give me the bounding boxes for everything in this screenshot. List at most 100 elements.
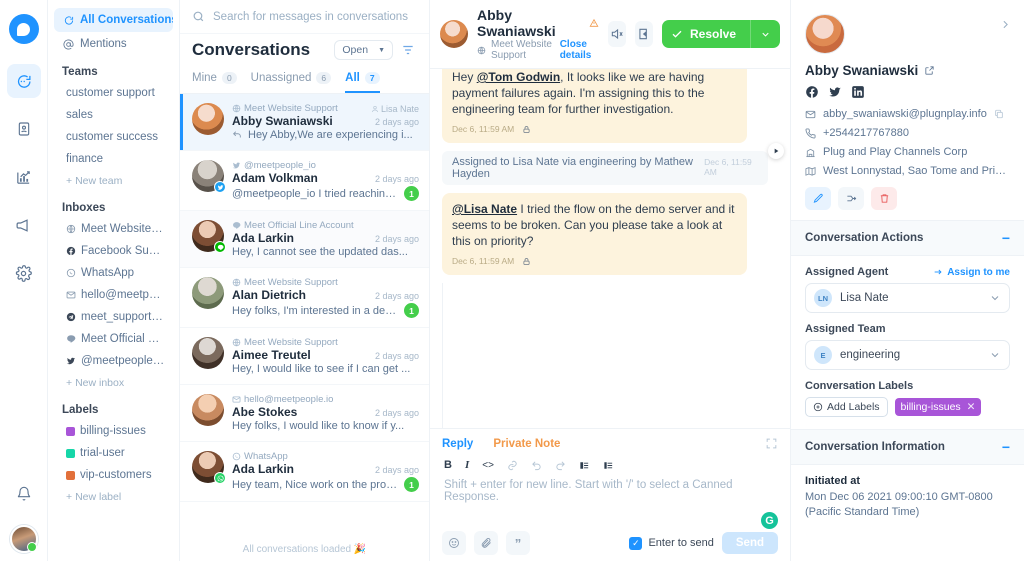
rail-item-campaigns[interactable] [7,208,41,242]
private-note-bubble[interactable]: @Lisa Nate I tried the flow on the demo … [442,193,747,275]
conversation-actions-section-header[interactable]: Conversation Actions − [791,220,1024,256]
row-assignee: Lisa Nate [371,104,419,114]
resolve-button[interactable]: Resolve [661,20,781,48]
search-input[interactable] [213,10,417,23]
mention[interactable]: @Lisa Nate [452,202,517,216]
sidebar-inbox-telegram[interactable]: meet_support_bot [54,306,173,328]
table-row[interactable]: Meet Website Support Alan Dietrich 2 day… [180,268,429,328]
linkedin-icon[interactable] [851,85,865,99]
enter-to-send-checkbox[interactable]: ✓ Enter to send [629,536,714,550]
link-button[interactable] [507,460,518,471]
trash-icon[interactable] [871,187,897,210]
table-row[interactable]: Meet Website Support Lisa Nate Abby Swan… [180,94,429,151]
grammarly-icon[interactable]: G [761,512,778,529]
assign-to-me-label: Assign to me [947,266,1010,278]
facebook-icon[interactable] [805,85,819,99]
emoji-icon[interactable] [442,531,466,555]
private-note-bubble[interactable]: Hey @Tom Godwin, It looks like we are ha… [442,69,747,143]
table-row[interactable]: hello@meetpeople.io Abe Stokes 2 days ag… [180,385,429,442]
status-filter-dropdown[interactable]: Open ▼ [334,40,393,60]
avatar [192,220,226,253]
tab-private-note[interactable]: Private Note [493,438,560,450]
sidebar-inbox-whatsapp[interactable]: WhatsApp [54,262,173,284]
tab-mine[interactable]: Mine 0 [192,68,237,93]
system-message-timestamp: Dec 6, 11:59 AM [704,157,752,177]
reply-placeholder: Shift + enter for new line. Start with '… [444,479,733,503]
merge-icon[interactable] [838,187,864,210]
expand-icon[interactable] [765,437,778,450]
row-preview: Hey folks, I'm interested in a demo... [232,304,398,317]
rail-item-notifications[interactable] [7,477,41,511]
table-row[interactable]: WhatsApp Ada Larkin 2 days ago Hey team,… [180,442,429,502]
resolve-dropdown-toggle[interactable] [750,20,780,48]
play-arrow-icon[interactable] [768,143,784,159]
sidebar-label-trial-user[interactable]: trial-user [54,442,173,464]
rail-item-settings[interactable] [7,256,41,290]
chevron-down-icon [989,292,1001,304]
sidebar-inbox-line[interactable]: Meet Official Line ... [54,328,173,350]
sidebar-label-billing-issues[interactable]: billing-issues [54,420,173,442]
sidebar-item-mentions[interactable]: Mentions [54,32,173,56]
quote-icon[interactable]: ” [506,531,530,555]
minus-icon[interactable]: − [1002,439,1010,455]
sidebar-team-customer-support[interactable]: customer support [54,82,173,104]
rail-item-conversations[interactable] [6,64,41,98]
table-row[interactable]: Meet Website Support Aimee Treutel 2 day… [180,328,429,385]
table-row[interactable]: Meet Official Line Account Ada Larkin 2 … [180,211,429,268]
redo-button[interactable] [555,460,566,471]
italic-button[interactable]: I [465,459,469,471]
attachment-icon[interactable] [474,531,498,555]
close-icon[interactable]: ✕ [967,401,976,413]
conversation-information-section-header[interactable]: Conversation Information − [791,429,1024,465]
pencil-icon[interactable] [805,187,831,210]
sidebar-label-vip-customers[interactable]: vip-customers [54,464,173,486]
bold-button[interactable]: B [444,459,452,471]
conversation-tabs: Mine 0 Unassigned 6 All 7 [180,68,429,94]
copy-icon[interactable] [994,109,1004,119]
status-badge[interactable]: billing-issues ✕ [894,398,982,416]
sidebar-new-label-button[interactable]: + New label [54,486,173,508]
sidebar-inbox-meet-website-support[interactable]: Meet Website Sup... [54,218,173,240]
undo-button[interactable] [531,460,542,471]
list-ordered-button[interactable] [603,460,614,471]
sidebar-inbox-email[interactable]: hello@meetpeopl... [54,284,173,306]
avatar[interactable] [9,525,38,553]
twitter-icon[interactable] [828,85,842,99]
tab-reply[interactable]: Reply [442,438,473,450]
sidebar-new-inbox-button[interactable]: + New inbox [54,372,173,394]
assigned-agent-dropdown[interactable]: LN Lisa Nate [805,283,1010,313]
minus-icon[interactable]: − [1002,230,1010,246]
code-button[interactable]: <> [482,460,494,471]
sidebar-inbox-twitter[interactable]: @meetpeople_io [54,350,173,372]
tab-unassigned[interactable]: Unassigned 6 [251,68,332,93]
send-button[interactable]: Send [721,532,778,554]
sidebar-inbox-facebook-support[interactable]: Facebook Support [54,240,173,262]
app-logo[interactable] [8,14,39,44]
close-details-button[interactable]: Close details [560,39,600,61]
assign-to-me-button[interactable]: Assign to me [933,267,1010,278]
mention[interactable]: @Tom Godwin [477,70,560,84]
search-bar[interactable] [180,0,429,34]
reply-editor[interactable]: Shift + enter for new line. Start with '… [430,477,790,529]
rail-item-contacts[interactable] [7,112,41,146]
chevron-right-icon[interactable] [999,18,1012,31]
filter-icon[interactable] [399,41,417,59]
plus-icon: + [66,491,73,503]
share-transcript-icon[interactable] [635,21,653,47]
assigned-team-dropdown[interactable]: E engineering [805,340,1010,370]
tab-all[interactable]: All 7 [345,68,380,93]
table-row[interactable]: @meetpeople_io Adam Volkman 2 days ago @… [180,151,429,211]
bell-icon [16,486,32,502]
contact-email[interactable]: abby_swaniawski@plugnplay.info [823,108,987,120]
rail-item-reports[interactable] [7,160,41,194]
sidebar-team-finance[interactable]: finance [54,148,173,170]
sidebar-team-customer-success[interactable]: customer success [54,126,173,148]
list-bullet-button[interactable] [579,460,590,471]
mute-icon[interactable] [608,21,627,47]
sidebar-item-all-conversations[interactable]: All Conversations [54,8,173,32]
contact-phone[interactable]: +2544217767880 [823,127,909,139]
sidebar-team-sales[interactable]: sales [54,104,173,126]
external-link-icon[interactable] [924,65,935,76]
add-labels-button[interactable]: Add Labels [805,397,888,417]
sidebar-new-team-button[interactable]: + New team [54,170,173,192]
